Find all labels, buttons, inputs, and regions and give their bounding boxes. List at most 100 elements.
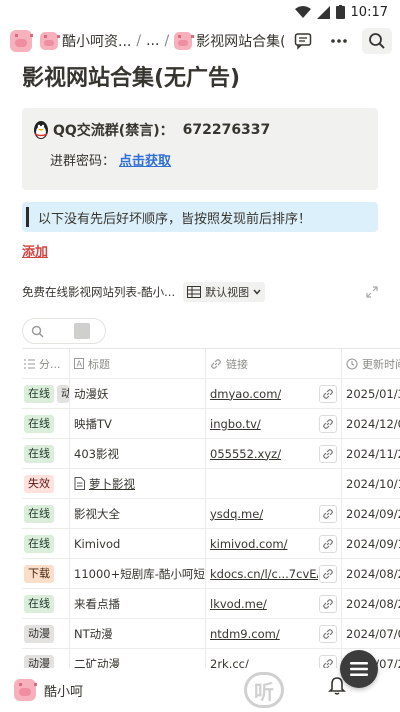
cell-link[interactable]: 055552.xyz/: [206, 439, 342, 468]
row-url[interactable]: lkvod.me/: [210, 597, 267, 611]
table-row[interactable]: 在线 来看点播 lkvod.me/2024/08/27: [22, 589, 400, 619]
status-tag: 在线: [24, 384, 54, 403]
table-row[interactable]: 在线 403影视 055552.xyz/2024/11/27: [22, 439, 400, 469]
view-selector[interactable]: 默认视图: [183, 282, 266, 302]
column-label: 分...: [39, 357, 61, 371]
database-header: 免费在线影视网站列表-酷小... 默认视图: [22, 280, 378, 304]
cell-link[interactable]: lkvod.me/: [206, 589, 342, 618]
cell-category[interactable]: 在线: [22, 589, 70, 618]
cell-title[interactable]: 动漫妖: [70, 379, 206, 408]
open-link-icon[interactable]: [319, 564, 337, 583]
cell-link[interactable]: dmyao.com/: [206, 379, 342, 408]
open-link-icon[interactable]: [319, 504, 337, 523]
cell-title[interactable]: 来看点播: [70, 589, 206, 618]
row-title: 影视大全: [74, 506, 120, 521]
database-search-input[interactable]: [22, 318, 106, 344]
cell-updated: 2024/12/04: [346, 416, 400, 431]
open-link-icon[interactable]: [319, 594, 337, 613]
breadcrumb-separator: /: [136, 33, 142, 49]
filter-toggle[interactable]: [74, 323, 90, 339]
row-url[interactable]: ntdm9.com/: [210, 627, 280, 641]
column-label: 更新时间: [362, 357, 400, 371]
table-row[interactable]: 动漫 NT动漫 ntdm9.com/2024/07/09: [22, 619, 400, 649]
column-header-title[interactable]: A 标题: [70, 349, 206, 378]
cell-category[interactable]: 在线: [22, 409, 70, 438]
qq-label: QQ交流群(禁言)：: [53, 123, 174, 139]
status-tag: 在线: [24, 414, 54, 433]
row-url[interactable]: kdocs.cn/l/c...7cvEAt: [210, 567, 318, 581]
workspace-name[interactable]: 酷小呵: [44, 681, 83, 700]
cell-updated: 2024/10/10: [346, 476, 400, 491]
column-header-category[interactable]: 分...: [22, 349, 70, 378]
search-icon[interactable]: [362, 28, 392, 54]
cell-title[interactable]: NT动漫: [70, 619, 206, 648]
expand-icon[interactable]: [366, 286, 378, 298]
column-label: 标题: [88, 357, 110, 371]
open-link-icon[interactable]: [319, 444, 337, 463]
cell-link[interactable]: ntdm9.com/: [206, 619, 342, 648]
row-url[interactable]: ingbo.tv/: [210, 417, 261, 431]
cell-link[interactable]: kdocs.cn/l/c...7cvEAt: [206, 559, 342, 588]
row-url[interactable]: dmyao.com/: [210, 387, 281, 401]
cell-link[interactable]: ingbo.tv/: [206, 409, 342, 438]
table-row[interactable]: 下载 11000+短剧库-酷小呵短剧库 kdocs.cn/l/c...7cvEAt 2…: [22, 559, 400, 589]
table-row[interactable]: 失效 萝卜影视 2024/10/10: [22, 469, 400, 499]
workspace-avatar-icon[interactable]: [10, 30, 33, 52]
table-row[interactable]: 在线 映播TV ingbo.tv/2024/12/04: [22, 409, 400, 439]
row-title: NT动漫: [74, 626, 113, 641]
row-url[interactable]: ysdq.me/: [210, 507, 263, 521]
row-title: 403影视: [74, 446, 119, 461]
cell-category[interactable]: 在线动: [22, 379, 70, 408]
table-row[interactable]: 在线 影视大全 ysdq.me/2024/09/21: [22, 499, 400, 529]
column-header-updated[interactable]: 更新时间: [342, 349, 400, 378]
cell-link[interactable]: ysdq.me/: [206, 499, 342, 528]
cell-title[interactable]: 影视大全: [70, 499, 206, 528]
database-title[interactable]: 免费在线影视网站列表-酷小...: [22, 284, 175, 300]
cell-title[interactable]: Kimivod: [70, 529, 206, 558]
row-url[interactable]: 055552.xyz/: [210, 447, 281, 461]
open-link-icon[interactable]: [319, 624, 337, 643]
row-title: 动漫妖: [74, 386, 109, 401]
cell-title[interactable]: 映播TV: [70, 409, 206, 438]
cell-category[interactable]: 失效: [22, 469, 70, 498]
more-options-icon[interactable]: [326, 28, 352, 54]
breadcrumb-ellipsis[interactable]: ...: [146, 33, 159, 49]
cell-link[interactable]: [206, 469, 342, 498]
row-title: 映播TV: [74, 416, 112, 431]
add-link[interactable]: 添加: [22, 242, 378, 264]
column-header-link[interactable]: 链接: [206, 349, 342, 378]
table-row[interactable]: 在线 Kimivod kimivod.com/2024/09/13: [22, 529, 400, 559]
status-tag: 动漫: [24, 624, 54, 643]
breadcrumb-parent-label: 酷小呵资...: [62, 34, 132, 50]
cell-category[interactable]: 动漫: [22, 619, 70, 648]
order-note: 以下没有先后好坏顺序，皆按照发现前后排序！: [22, 202, 378, 232]
qq-callout: QQ交流群(禁言)： 672276337 进群密码： 点击获取: [22, 108, 378, 190]
row-url[interactable]: kimivod.com/: [210, 537, 288, 551]
row-title: 11000+短剧库-酷小呵短剧库: [74, 566, 205, 581]
cell-category[interactable]: 在线: [22, 499, 70, 528]
row-title: Kimivod: [74, 536, 121, 551]
status-tag: 失效: [24, 474, 54, 493]
comments-icon[interactable]: [290, 28, 316, 54]
cell-title[interactable]: 403影视: [70, 439, 206, 468]
table-view-icon: [187, 286, 202, 298]
cell-category[interactable]: 下载: [22, 559, 70, 588]
cell-updated: 2024/08/27: [346, 596, 400, 611]
cell-title[interactable]: 11000+短剧库-酷小呵短剧库: [70, 559, 206, 588]
breadcrumb-current[interactable]: 影视网站合集(...: [174, 31, 284, 51]
extra-tag: 动: [57, 384, 69, 403]
password-link[interactable]: 点击获取: [119, 154, 171, 169]
open-link-icon[interactable]: [319, 534, 337, 553]
workspace-avatar-icon[interactable]: [14, 679, 37, 701]
cell-category[interactable]: 在线: [22, 529, 70, 558]
cell-title[interactable]: 萝卜影视: [70, 469, 206, 498]
cell-category[interactable]: 在线: [22, 439, 70, 468]
open-link-icon[interactable]: [319, 414, 337, 433]
page-document-icon: [74, 477, 85, 490]
menu-fab-button[interactable]: [340, 650, 378, 688]
open-link-icon[interactable]: [319, 384, 337, 403]
table-row[interactable]: 在线动动漫妖 dmyao.com/2025/01/31: [22, 379, 400, 409]
breadcrumb-parent[interactable]: 酷小呵资...: [40, 31, 131, 51]
status-bar: 10:17: [0, 0, 400, 24]
cell-link[interactable]: kimivod.com/: [206, 529, 342, 558]
